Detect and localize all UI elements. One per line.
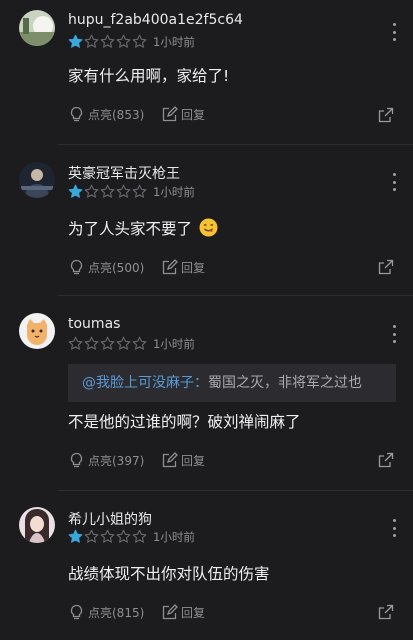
avatar[interactable] — [19, 10, 55, 46]
edit-icon — [162, 604, 178, 620]
reply-button[interactable]: 回复 — [161, 259, 205, 276]
like-count: 点亮(815) — [88, 606, 145, 620]
quoted-username[interactable]: @我脸上可没麻子： — [82, 375, 208, 391]
lightbulb-icon — [70, 106, 83, 122]
share-icon[interactable] — [378, 259, 394, 275]
star-icon — [84, 184, 99, 198]
avatar[interactable] — [19, 313, 55, 349]
like-count: 点亮(500) — [88, 261, 145, 275]
star-icon — [100, 184, 115, 198]
comment-text: 战绩体现不出你对队伍的伤害 — [68, 565, 270, 583]
quoted-comment[interactable]: @我脸上可没麻子：蜀国之灭，非将军之过也 — [68, 364, 396, 402]
timestamp: 1小时前 — [153, 35, 195, 49]
star-icon — [84, 34, 99, 48]
like-button[interactable]: 点亮(853) — [68, 106, 144, 123]
like-count: 点亮(853) — [88, 108, 145, 122]
like-button[interactable]: 点亮(397) — [68, 452, 144, 469]
star-icon — [68, 34, 83, 48]
avatar[interactable] — [19, 507, 55, 543]
comment-item: 希儿小姐的狗 1小时前 战绩体现不出你对队伍的伤害 点亮(815) 回复 — [0, 491, 413, 640]
star-icon — [116, 336, 131, 350]
star-rating — [68, 34, 147, 49]
share-icon[interactable] — [378, 452, 394, 468]
share-icon[interactable] — [378, 604, 394, 620]
reply-button[interactable]: 回复 — [161, 604, 205, 621]
comment-item: hupu_f2ab400a1e2f5c64 1小时前 家有什么用啊，家给了! 点… — [0, 0, 413, 145]
star-icon — [100, 529, 115, 543]
star-icon — [132, 34, 147, 48]
star-icon — [100, 34, 115, 48]
like-count: 点亮(397) — [88, 454, 145, 468]
reply-label: 回复 — [181, 606, 206, 620]
edit-icon — [162, 452, 178, 468]
username[interactable]: toumas — [68, 316, 120, 332]
more-icon[interactable] — [386, 173, 402, 191]
timestamp: 1小时前 — [153, 530, 195, 544]
share-icon[interactable] — [378, 107, 394, 123]
lightbulb-icon — [70, 259, 83, 275]
star-icon — [100, 336, 115, 350]
comment-text: 不是他的过谁的啊？破刘禅闹麻了 — [68, 413, 301, 431]
star-icon — [116, 34, 131, 48]
star-icon — [116, 184, 131, 198]
username[interactable]: 英豪冠军击灭枪王 — [68, 163, 180, 183]
reply-button[interactable]: 回复 — [161, 106, 205, 123]
comment-text: 为了人头家不要了 — [68, 217, 218, 239]
more-icon[interactable] — [386, 519, 402, 537]
comment-text: 家有什么用啊，家给了! — [68, 67, 230, 85]
star-icon — [132, 529, 147, 543]
avatar[interactable] — [19, 162, 55, 198]
yum-face-emoji — [199, 218, 218, 237]
star-icon — [132, 336, 147, 350]
reply-button[interactable]: 回复 — [161, 452, 205, 469]
reply-label: 回复 — [181, 108, 206, 122]
star-rating — [68, 529, 147, 544]
timestamp: 1小时前 — [153, 185, 195, 199]
reply-label: 回复 — [181, 454, 206, 468]
star-icon — [84, 529, 99, 543]
reply-label: 回复 — [181, 261, 206, 275]
star-rating — [68, 336, 147, 351]
timestamp: 1小时前 — [153, 337, 195, 351]
star-icon — [68, 336, 83, 350]
username[interactable]: 希儿小姐的狗 — [68, 509, 152, 529]
star-icon — [84, 336, 99, 350]
username[interactable]: hupu_f2ab400a1e2f5c64 — [68, 12, 243, 28]
lightbulb-icon — [70, 604, 83, 620]
like-button[interactable]: 点亮(815) — [68, 604, 144, 621]
comment-item: toumas 1小时前 @我脸上可没麻子：蜀国之灭，非将军之过也 不是他的过谁的… — [0, 296, 413, 492]
star-rating — [68, 184, 147, 199]
edit-icon — [162, 259, 178, 275]
comment-item: 英豪冠军击灭枪王 1小时前 为了人头家不要了 点亮(500) 回复 — [0, 145, 413, 295]
star-icon — [68, 529, 83, 543]
star-icon — [116, 529, 131, 543]
like-button[interactable]: 点亮(500) — [68, 259, 144, 276]
more-icon[interactable] — [386, 23, 402, 41]
more-icon[interactable] — [386, 325, 402, 343]
star-icon — [132, 184, 147, 198]
edit-icon — [162, 106, 178, 122]
quoted-text: 蜀国之灭，非将军之过也 — [208, 375, 362, 391]
lightbulb-icon — [70, 452, 83, 468]
star-icon — [68, 184, 83, 198]
